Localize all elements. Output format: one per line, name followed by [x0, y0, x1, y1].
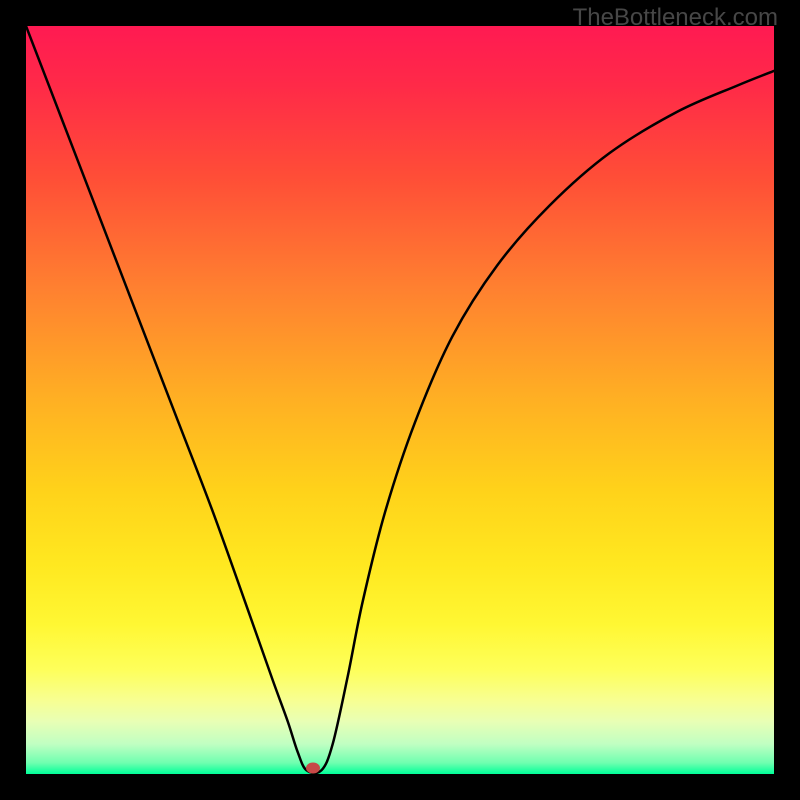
watermark-text: TheBottleneck.com	[573, 4, 778, 32]
plot-area	[26, 26, 774, 774]
bottleneck-curve	[26, 26, 774, 774]
marker-dot	[306, 763, 320, 774]
